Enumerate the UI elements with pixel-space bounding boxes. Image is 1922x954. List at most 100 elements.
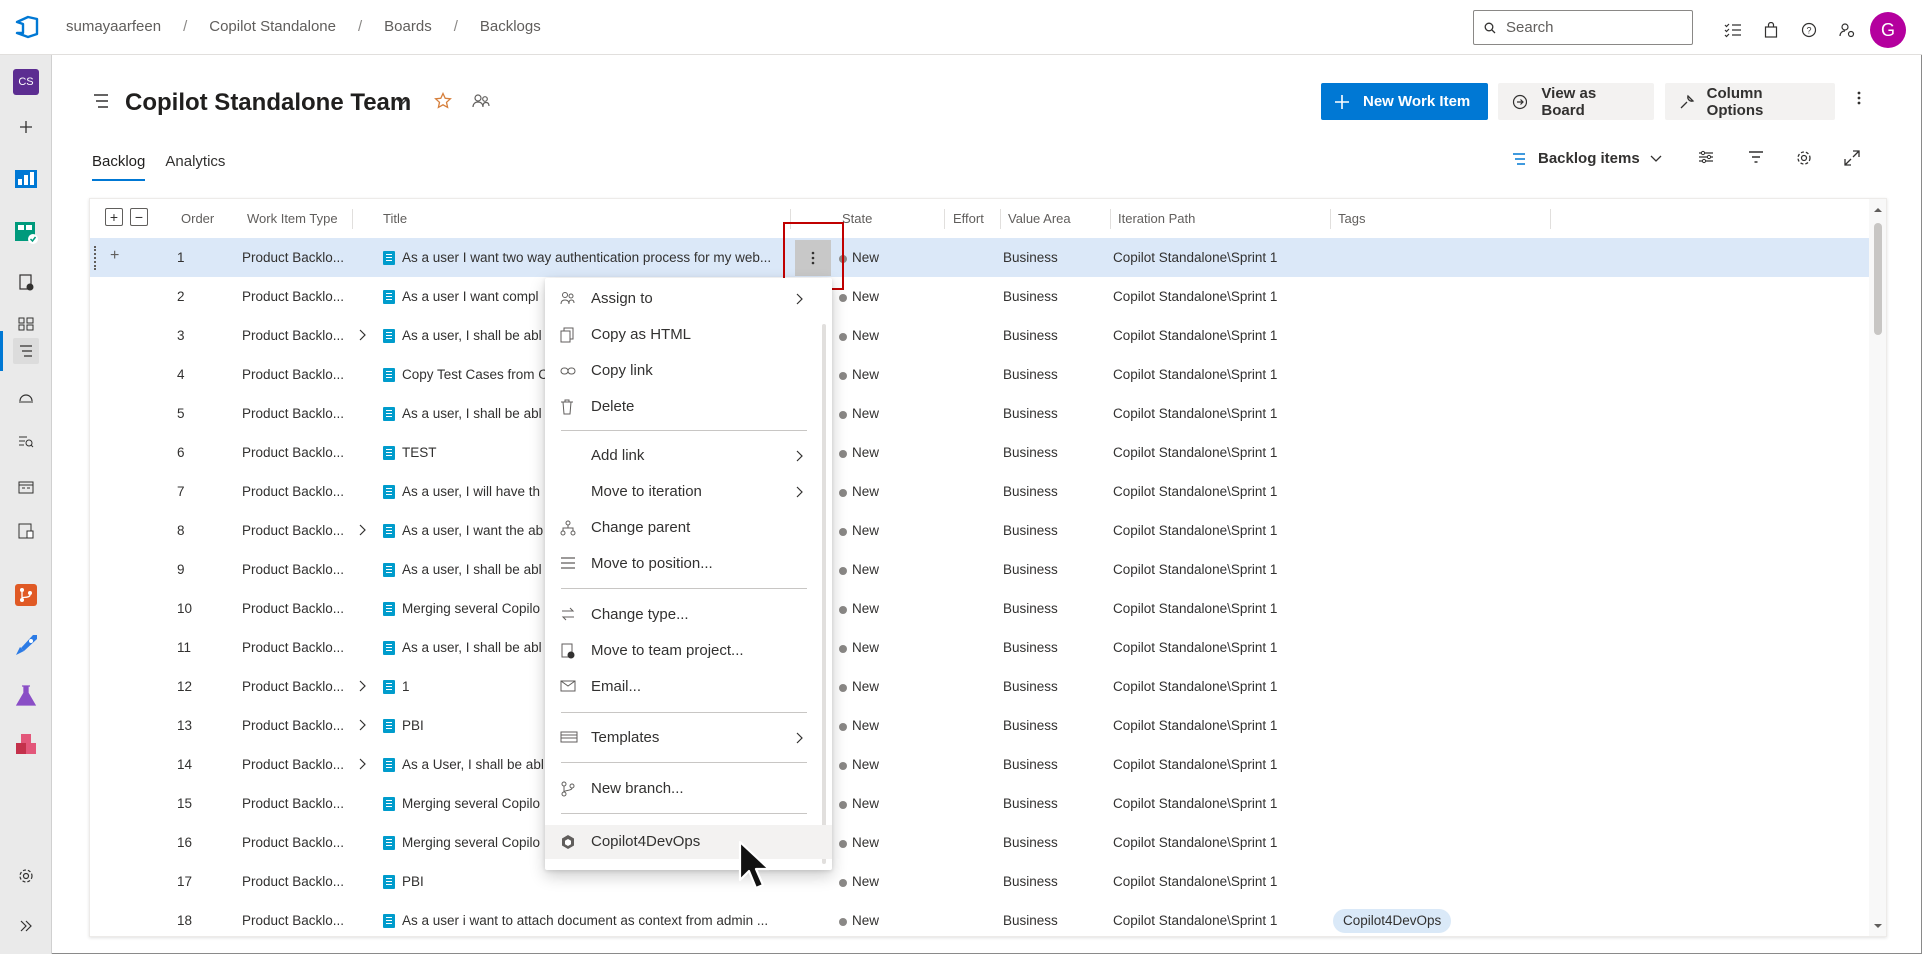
breadcrumb-project[interactable]: Copilot Standalone xyxy=(209,18,336,35)
menu-item-new-branch[interactable]: New branch... xyxy=(545,772,832,806)
table-row[interactable]: 10 Product Backlo... Merging several Copil… xyxy=(90,589,1869,628)
vertical-scrollbar[interactable] xyxy=(1869,199,1887,936)
table-row[interactable]: 12 Product Backlo... 1 New Business Copilot S… xyxy=(90,667,1869,706)
fullscreen-icon[interactable] xyxy=(1844,150,1860,166)
scrollbar-thumb[interactable] xyxy=(1874,223,1882,335)
menu-item-delete[interactable]: Delete xyxy=(545,390,832,424)
chevron-right-icon[interactable] xyxy=(358,718,368,732)
add-child-button[interactable]: + xyxy=(110,247,119,265)
team-members-icon[interactable] xyxy=(472,93,490,109)
table-row[interactable]: 3 Product Backlo... As a user, I shall be … xyxy=(90,316,1869,355)
artifacts-icon[interactable] xyxy=(13,732,39,758)
breadcrumb-backlogs[interactable]: Backlogs xyxy=(480,18,541,35)
add-icon[interactable] xyxy=(13,114,39,140)
azure-devops-logo-icon[interactable] xyxy=(14,14,40,40)
pipelines-icon[interactable] xyxy=(13,632,39,658)
tag-chip[interactable]: Copilot4DevOps xyxy=(1333,909,1452,933)
table-row[interactable]: 9 Product Backlo... As a user, I shall be … xyxy=(90,550,1869,589)
menu-item-move-to-team-project[interactable]: Move to team project... xyxy=(545,634,832,668)
chevron-right-icon[interactable] xyxy=(358,328,368,342)
chevron-right-icon[interactable] xyxy=(358,757,368,771)
scroll-down-icon[interactable] xyxy=(1869,921,1887,931)
table-row[interactable]: +1 Product Backlo... As a user I want two … xyxy=(90,238,1869,277)
menu-item-assign-to[interactable]: Assign to xyxy=(545,282,832,316)
sprints-icon[interactable] xyxy=(13,384,39,410)
menu-item-move-to-iteration[interactable]: Move to iteration xyxy=(545,475,832,509)
state-dot xyxy=(839,528,847,536)
breadcrumb-boards[interactable]: Boards xyxy=(384,18,432,35)
column-header-tags[interactable]: Tags xyxy=(1338,211,1365,226)
table-row[interactable]: 4 Product Backlo... Copy Test Cases from C… xyxy=(90,355,1869,394)
project-badge[interactable]: CS xyxy=(13,69,39,95)
table-row[interactable]: 14 Product Backlo... As a User, I shall be… xyxy=(90,745,1869,784)
more-options-icon[interactable] xyxy=(1857,90,1861,106)
cell-title[interactable]: As a user I want two way authentication … xyxy=(402,250,802,265)
search-input[interactable]: Search xyxy=(1473,10,1693,45)
collapse-all-button[interactable]: − xyxy=(130,208,148,226)
boards-icon[interactable] xyxy=(13,219,39,245)
column-header-effort[interactable]: Effort xyxy=(953,211,984,226)
delivery-plans-icon[interactable] xyxy=(13,474,39,500)
new-work-item-button[interactable]: New Work Item xyxy=(1321,83,1488,120)
chevron-right-icon[interactable] xyxy=(358,523,368,537)
table-row[interactable]: 2 Product Backlo... As a user I want compl… xyxy=(90,277,1869,316)
menu-item-change-parent[interactable]: Change parent xyxy=(545,511,832,545)
star-icon[interactable] xyxy=(434,92,452,110)
overview-icon[interactable] xyxy=(13,166,39,192)
boards-view-icon[interactable] xyxy=(13,311,39,337)
cell-title[interactable]: As a user i want to attach document as c… xyxy=(402,913,802,928)
analytics-views-icon[interactable] xyxy=(13,518,39,544)
user-settings-icon[interactable] xyxy=(1828,15,1866,45)
column-header-type[interactable]: Work Item Type xyxy=(247,211,338,226)
table-row[interactable]: 8 Product Backlo... As a user, I want the … xyxy=(90,511,1869,550)
table-row[interactable]: 18 Product Backlo... As a user i want to a… xyxy=(90,901,1869,936)
menu-item-email[interactable]: Email... xyxy=(545,670,832,704)
menu-item-copy-link[interactable]: Copy link xyxy=(545,354,832,388)
table-row[interactable]: 17 Product Backlo... PBI New Business Copilot… xyxy=(90,862,1869,901)
chevron-down-icon[interactable] xyxy=(395,96,409,106)
column-header-state[interactable]: State xyxy=(842,211,872,226)
settings-icon[interactable] xyxy=(1796,150,1812,166)
table-row[interactable]: 15 Product Backlo... Merging several Copil… xyxy=(90,784,1869,823)
column-header-order[interactable]: Order xyxy=(181,211,214,226)
filter-icon[interactable] xyxy=(1748,150,1764,164)
menu-item-move-to-position[interactable]: Move to position... xyxy=(545,547,832,581)
tab-analytics[interactable]: Analytics xyxy=(165,153,225,181)
column-header-value-area[interactable]: Value Area xyxy=(1008,211,1071,226)
menu-item-copy-as-html[interactable]: Copy as HTML xyxy=(545,318,832,352)
queries-icon[interactable] xyxy=(13,429,39,455)
drag-handle[interactable] xyxy=(94,246,97,270)
column-options-button[interactable]: Column Options xyxy=(1665,83,1835,120)
shopping-bag-icon[interactable] xyxy=(1752,15,1790,45)
table-row[interactable]: 5 Product Backlo... As a user, I shall be … xyxy=(90,394,1869,433)
breadcrumb-org[interactable]: sumayaarfeen xyxy=(66,18,161,35)
task-list-icon[interactable] xyxy=(1714,15,1752,45)
view-as-board-button[interactable]: View as Board xyxy=(1498,83,1654,120)
repos-icon[interactable] xyxy=(13,582,39,608)
menu-item-change-type[interactable]: Change type... xyxy=(545,598,832,632)
column-header-title[interactable]: Title xyxy=(383,211,407,226)
table-row[interactable]: 11 Product Backlo... As a user, I shall be… xyxy=(90,628,1869,667)
table-row[interactable]: 13 Product Backlo... PBI New Business Copilot… xyxy=(90,706,1869,745)
view-options-icon[interactable] xyxy=(1698,150,1714,164)
avatar[interactable]: G xyxy=(1870,12,1906,48)
project-settings-icon[interactable] xyxy=(13,863,39,889)
help-icon[interactable]: ? xyxy=(1790,15,1828,45)
menu-item-add-link[interactable]: Add link xyxy=(545,439,832,473)
column-header-iteration-path[interactable]: Iteration Path xyxy=(1118,211,1195,226)
expand-nav-icon[interactable] xyxy=(13,913,39,939)
chevron-right-icon[interactable] xyxy=(358,679,368,693)
table-row[interactable]: 16 Product Backlo... Merging several Copil… xyxy=(90,823,1869,862)
expand-all-button[interactable]: + xyxy=(105,208,123,226)
table-row[interactable]: 6 Product Backlo... TEST New Business Copilot… xyxy=(90,433,1869,472)
backlogs-icon[interactable] xyxy=(13,338,39,364)
table-row[interactable]: 7 Product Backlo... As a user, I will have… xyxy=(90,472,1869,511)
menu-item-copilot4devops[interactable]: Copilot4DevOps xyxy=(545,825,832,859)
cell-iteration: Copilot Standalone\Sprint 1 xyxy=(1113,913,1278,928)
tab-backlog[interactable]: Backlog xyxy=(92,153,146,181)
menu-item-templates[interactable]: Templates xyxy=(545,721,832,755)
backlog-level-selector[interactable]: Backlog items xyxy=(1512,150,1662,167)
work-items-icon[interactable] xyxy=(13,269,39,295)
test-plans-icon[interactable] xyxy=(13,683,39,709)
scroll-up-icon[interactable] xyxy=(1869,205,1887,215)
